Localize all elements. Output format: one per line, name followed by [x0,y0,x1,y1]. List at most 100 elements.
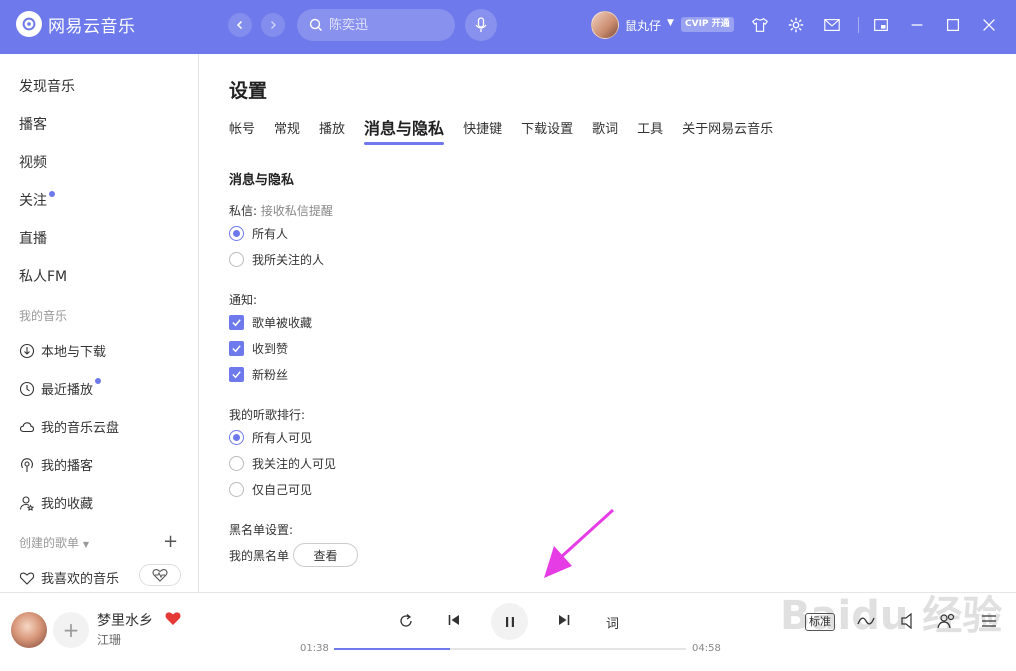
checkbox-checked[interactable] [229,315,244,330]
search-box[interactable] [297,9,455,41]
ranking-option-self[interactable]: 仅自己可见 [229,481,312,498]
vip-badge[interactable]: CVIP 开通 [681,17,734,32]
repeat-mode-button[interactable] [398,613,414,629]
progress-bar[interactable] [334,648,686,650]
dm-option-following[interactable]: 我所关注的人 [229,251,324,268]
minimize-button[interactable] [907,15,927,35]
sidebar-item-podcast[interactable]: 播客 [19,114,47,134]
podcast-icon [20,457,34,472]
checkbox-checked[interactable] [229,341,244,356]
sidebar-item-recent[interactable]: 最近播放 [19,377,102,398]
check-icon [232,371,241,379]
album-cover[interactable] [11,612,47,648]
option-label: 仅自己可见 [252,483,313,497]
sidebar-item-label: 本地与下载 [41,345,107,360]
radio-selected[interactable] [229,430,244,445]
sidebar-item-local-download[interactable]: 本地与下载 [19,341,106,360]
option-label: 新粉丝 [252,368,289,382]
ranking-option-following[interactable]: 我关注的人可见 [229,455,336,472]
settings-tabs: 帐号 常规 播放 消息与隐私 快捷键 下载设置 歌词 工具 关于网易云音乐 [229,115,792,145]
checkbox-checked[interactable] [229,367,244,382]
artist-name[interactable]: 江珊 [97,631,121,648]
microphone-icon [475,17,487,32]
radio-selected[interactable] [229,226,244,241]
sidebar-item-video[interactable]: 视频 [19,152,47,172]
tab-general[interactable]: 常规 [274,118,300,142]
notify-option-new-fans[interactable]: 新粉丝 [229,366,288,383]
user-avatar[interactable] [591,11,619,39]
pause-button[interactable] [491,603,528,640]
username[interactable]: 鼠丸仔 [625,17,661,34]
radio[interactable] [229,456,244,471]
radio[interactable] [229,252,244,267]
sidebar-item-collection[interactable]: 我的收藏 [19,493,93,512]
forward-button[interactable] [261,13,285,37]
total-time: 04:58 [692,643,721,654]
queue-list-icon [982,615,996,627]
created-playlists-section-title[interactable]: 创建的歌单 ▼ [19,534,89,551]
settings-page: 设置 帐号 常规 播放 消息与隐私 快捷键 下载设置 歌词 工具 关于网易云音乐… [200,54,1016,592]
volume-icon [901,612,912,630]
back-button[interactable] [228,13,252,37]
sidebar-item-follow[interactable]: 关注 [19,190,55,210]
playlist-favorite[interactable]: 我喜欢的音乐 [19,568,119,587]
option-label: 所有人可见 [252,431,313,445]
settings-button[interactable] [786,15,806,35]
sidebar-item-label: 最近播放 [41,383,94,398]
sidebar-item-my-podcast[interactable]: 我的播客 [19,455,93,474]
notify-option-likes[interactable]: 收到赞 [229,340,288,357]
previous-button[interactable] [447,613,461,627]
tshirt-icon [752,17,768,32]
ranking-option-everyone[interactable]: 所有人可见 [229,429,312,446]
close-button[interactable] [979,15,999,35]
listen-together-button[interactable] [936,612,958,634]
sidebar-item-cloud[interactable]: 我的音乐云盘 [19,417,119,436]
lyrics-button[interactable]: 词 [606,613,619,632]
mini-mode-button[interactable] [871,15,891,35]
tab-playback[interactable]: 播放 [319,118,345,142]
sidebar-item-label: 我的音乐云盘 [41,421,120,436]
sidebar-item-fm[interactable]: 私人FM [19,266,67,286]
skip-next-icon [559,615,570,625]
sidebar-item-discover[interactable]: 发现音乐 [19,76,75,96]
blacklist-label: 黑名单设置: [229,523,294,537]
chevron-right-icon [270,20,277,30]
heartbeat-mode-button[interactable] [139,564,181,586]
user-menu-caret-icon[interactable]: ▼ [667,18,674,28]
tab-about[interactable]: 关于网易云音乐 [682,118,773,142]
skin-button[interactable] [750,15,770,35]
sound-effect-button[interactable] [856,612,876,634]
mail-icon [824,19,840,31]
search-input[interactable] [329,17,439,33]
app-logo[interactable]: 网易云音乐 [16,11,136,37]
voice-search-button[interactable] [465,9,497,41]
tab-tools[interactable]: 工具 [637,118,663,142]
app-name: 网易云音乐 [48,16,136,37]
maximize-button[interactable] [943,15,963,35]
liked-heart-icon[interactable] [164,610,182,630]
repeat-icon [400,614,412,627]
heart-outline-icon [19,571,35,585]
messages-button[interactable] [822,15,842,35]
dm-option-everyone[interactable]: 所有人 [229,225,288,242]
view-blacklist-button[interactable]: 查看 [293,543,358,567]
radio[interactable] [229,482,244,497]
add-to-playlist-button[interactable]: + [53,612,89,648]
song-title[interactable]: 梦里水乡 [97,610,153,630]
playlist-queue-button[interactable] [980,612,998,634]
chevron-left-icon [236,20,243,30]
tab-shortcuts[interactable]: 快捷键 [463,118,502,142]
minimize-icon [911,24,923,26]
volume-button[interactable] [900,612,918,634]
sidebar-item-live[interactable]: 直播 [19,228,47,248]
tab-privacy[interactable]: 消息与隐私 [364,115,445,145]
notify-label: 通知: [229,293,258,307]
tab-lyrics[interactable]: 歌词 [592,118,618,142]
quality-button[interactable]: 标准 [805,613,835,631]
tab-account[interactable]: 帐号 [229,118,255,142]
maximize-icon [946,18,960,32]
notify-option-playlist-saved[interactable]: 歌单被收藏 [229,314,312,331]
tab-download[interactable]: 下载设置 [521,118,573,142]
next-button[interactable] [557,613,571,627]
create-playlist-button[interactable]: + [163,531,178,552]
